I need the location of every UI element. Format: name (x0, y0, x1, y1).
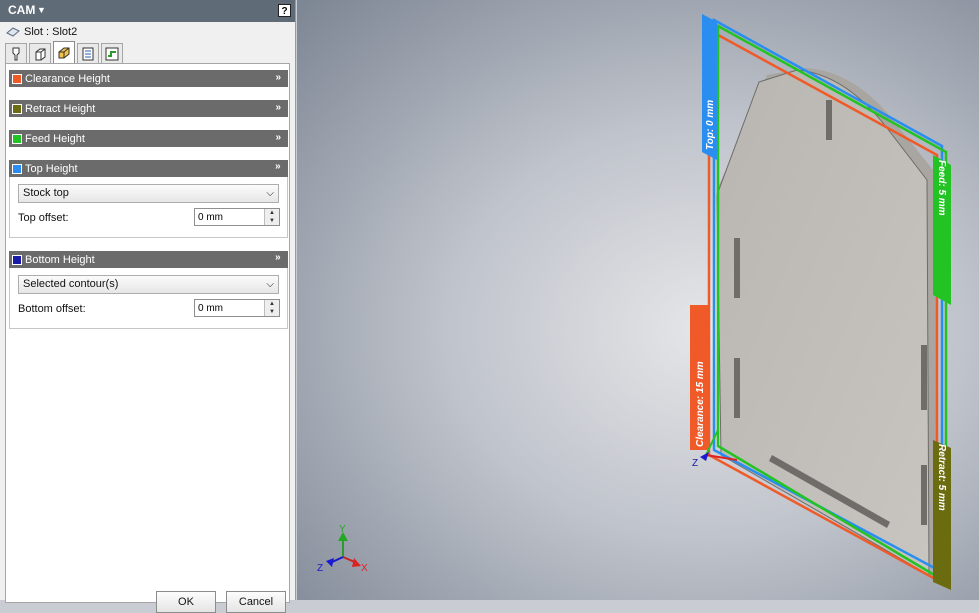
axis-z-label: Z (317, 563, 323, 574)
origin-z-label: Z (692, 458, 698, 469)
clearance-height-flag-label: Clearance: 15 mm (695, 361, 706, 447)
viewport-scene: Top: 0 mm Feed: 5 mm Clearance: 15 mm Re… (317, 14, 951, 590)
axis-x-label: X (361, 563, 368, 574)
operation-name-label: Slot : Slot2 (24, 26, 78, 38)
bottom-offset-label: Bottom offset: (18, 303, 86, 315)
feed-height-label: Feed Height (25, 132, 85, 145)
cancel-button[interactable]: Cancel (226, 591, 286, 613)
heights-icon (58, 47, 70, 58)
stepper-down-icon[interactable]: ▼ (265, 308, 279, 316)
bottom-offset-input[interactable] (195, 300, 267, 316)
stepper-down-icon[interactable]: ▼ (265, 217, 279, 225)
stepper-up-icon[interactable]: ▲ (265, 300, 279, 308)
retract-height-group: Retract Height » (9, 100, 288, 117)
top-offset-input[interactable] (195, 209, 267, 225)
operation-name: Slot : Slot2 (6, 24, 77, 40)
part-face[interactable] (716, 69, 930, 576)
top-height-flag-label: Top: 0 mm (705, 100, 716, 150)
slot-cutout (921, 465, 927, 525)
top-from-dropdown[interactable]: Stock top ⌵ (18, 184, 279, 203)
panel-title[interactable]: CAM (8, 3, 35, 17)
view-axis-triad[interactable]: Y X Z (317, 524, 368, 574)
stepper-up-icon[interactable]: ▲ (265, 209, 279, 217)
bottom-color-swatch (12, 254, 22, 265)
clearance-height-header[interactable]: Clearance Height » (9, 70, 288, 87)
bottom-height-header[interactable]: Bottom Height « (9, 251, 288, 268)
tab-heights[interactable] (53, 41, 75, 63)
panel-titlebar[interactable]: CAM ▼ ? (0, 0, 295, 22)
feed-height-header[interactable]: Feed Height » (9, 130, 288, 147)
tab-tool[interactable] (5, 43, 27, 63)
top-from-value: Stock top (23, 187, 69, 199)
tab-strip (5, 41, 123, 63)
expand-chevron-icon[interactable]: » (275, 102, 281, 113)
bottom-offset-stepper[interactable]: ▲ ▼ (194, 299, 280, 317)
tab-geometry[interactable] (29, 43, 51, 63)
feed-height-flag-label: Feed: 5 mm (936, 160, 947, 216)
top-height-label: Top Height (25, 162, 78, 175)
retract-height-flag-label: Retract: 5 mm (936, 444, 947, 511)
top-height-header[interactable]: Top Height « (9, 160, 288, 177)
slot-operation-icon (6, 27, 20, 37)
chevron-down-icon: ⌵ (266, 188, 274, 199)
clearance-height-label: Clearance Height (25, 72, 110, 85)
top-offset-stepper[interactable]: ▲ ▼ (194, 208, 280, 226)
slot-cutout (734, 238, 740, 298)
retract-height-header[interactable]: Retract Height » (9, 100, 288, 117)
stepper-buttons: ▲ ▼ (264, 209, 279, 225)
top-offset-label: Top offset: (18, 212, 69, 224)
bottom-from-value: Selected contour(s) (23, 278, 119, 290)
tab-passes[interactable] (77, 43, 99, 63)
tab-linking[interactable] (101, 43, 123, 63)
cam-panel: CAM ▼ ? Slot : Slot2 Clearance Height » … (0, 0, 296, 613)
bottom-height-group: Bottom Height « Selected contour(s) ⌵ Bo… (9, 251, 288, 329)
top-height-body: Stock top ⌵ Top offset: ▲ ▼ (9, 177, 288, 238)
clearance-height-group: Clearance Height » (9, 70, 288, 87)
collapse-chevron-icon[interactable]: « (275, 252, 281, 263)
feed-color-swatch (12, 133, 22, 144)
axis-y-label: Y (339, 524, 346, 535)
top-height-group: Top Height « Stock top ⌵ Top offset: ▲ ▼ (9, 160, 288, 238)
slot-cutout (826, 100, 832, 140)
chevron-down-icon: ⌵ (266, 279, 274, 290)
linking-icon (105, 47, 119, 60)
geometry-icon (35, 48, 46, 60)
tool-icon (12, 47, 20, 60)
feed-height-group: Feed Height » (9, 130, 288, 147)
top-color-swatch (12, 163, 22, 174)
heights-tab-content: Clearance Height » Retract Height » Feed… (5, 63, 290, 603)
ok-button[interactable]: OK (156, 591, 216, 613)
slot-cutout (734, 358, 740, 418)
stepper-buttons: ▲ ▼ (264, 300, 279, 316)
retract-height-label: Retract Height (25, 102, 96, 115)
expand-chevron-icon[interactable]: » (275, 72, 281, 83)
bottom-height-body: Selected contour(s) ⌵ Bottom offset: ▲ ▼ (9, 268, 288, 329)
help-button[interactable]: ? (278, 4, 291, 17)
bottom-from-dropdown[interactable]: Selected contour(s) ⌵ (18, 275, 279, 294)
slot-cutout (921, 345, 927, 410)
retract-color-swatch (12, 103, 22, 114)
collapse-chevron-icon[interactable]: « (275, 161, 281, 172)
expand-chevron-icon[interactable]: » (275, 132, 281, 143)
clearance-color-swatch (12, 73, 22, 84)
3d-viewport[interactable]: Top: 0 mm Feed: 5 mm Clearance: 15 mm Re… (297, 0, 979, 600)
bottom-height-label: Bottom Height (25, 253, 95, 266)
chevron-down-icon[interactable]: ▼ (37, 5, 46, 15)
passes-icon (82, 47, 94, 60)
